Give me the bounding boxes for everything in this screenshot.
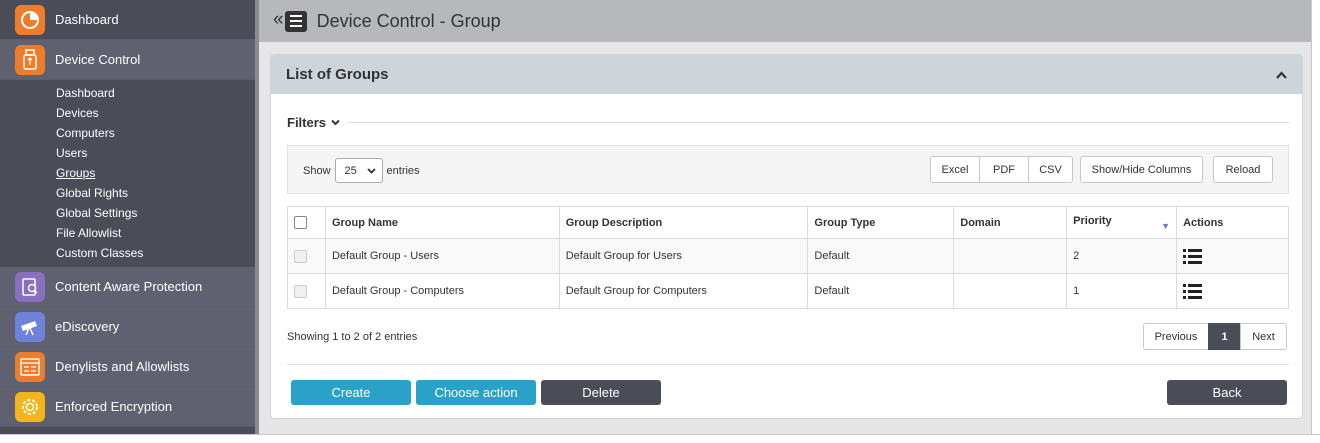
panel-header[interactable]: List of Groups xyxy=(271,55,1302,94)
panel-title: List of Groups xyxy=(286,66,389,83)
group-description-cell: Default Group for Users xyxy=(558,238,809,274)
csv-button[interactable]: CSV xyxy=(1028,156,1073,183)
row-checkbox[interactable] xyxy=(294,249,307,263)
sidebar-item-label: Enforced Encryption xyxy=(55,399,173,414)
groups-panel: List of Groups Filters Show 25 entries E… xyxy=(270,54,1303,419)
table-info: Showing 1 to 2 of 2 entries xyxy=(287,331,418,343)
column-header-label: Priority xyxy=(1073,214,1112,227)
reload-button[interactable]: Reload xyxy=(1213,156,1273,183)
chevron-down-icon xyxy=(331,119,340,125)
column-header-priority[interactable]: Priority ▼ xyxy=(1066,206,1178,239)
chevron-up-icon[interactable] xyxy=(1275,69,1287,81)
next-page-button[interactable]: Next xyxy=(1240,323,1287,350)
submenu-item-groups[interactable]: Groups xyxy=(0,163,255,183)
usb-drive-icon xyxy=(15,44,45,75)
row-checkbox[interactable] xyxy=(294,284,307,298)
group-type-cell: Default xyxy=(807,273,955,309)
filters-label: Filters xyxy=(287,114,327,130)
show-hide-columns-button[interactable]: Show/Hide Columns xyxy=(1080,156,1203,183)
submenu-item-global-rights[interactable]: Global Rights xyxy=(0,183,255,203)
sidebar-item-enforced-encryption[interactable]: Enforced Encryption xyxy=(0,387,255,427)
menu-icon[interactable] xyxy=(284,10,307,32)
priority-cell: 2 xyxy=(1066,238,1178,274)
priority-cell: 1 xyxy=(1066,273,1178,309)
gear-lock-icon xyxy=(15,391,45,422)
sidebar: Dashboard Device Control Dashboard Devic… xyxy=(0,0,255,434)
entries-label: entries xyxy=(386,164,420,177)
submenu-item-devices[interactable]: Devices xyxy=(0,103,255,123)
previous-page-button[interactable]: Previous xyxy=(1143,323,1209,350)
chevron-down-icon xyxy=(366,167,376,174)
domain-cell xyxy=(953,238,1068,274)
filters-section: Filters xyxy=(287,114,1289,130)
page-size-value: 25 xyxy=(344,164,357,177)
page-title: Device Control - Group xyxy=(316,10,501,31)
pagination: Previous 1 Next xyxy=(1143,323,1287,350)
row-select-cell xyxy=(287,273,326,309)
back-button[interactable]: Back xyxy=(1167,380,1287,405)
sidebar-item-label: Dashboard xyxy=(55,12,119,27)
page-size-control: Show 25 entries xyxy=(303,158,420,183)
table-row[interactable]: Default Group - Users Default Group for … xyxy=(287,238,1289,274)
actions-cell xyxy=(1176,238,1289,274)
device-control-submenu: Dashboard Devices Computers Users Groups… xyxy=(0,80,255,267)
page-size-select[interactable]: 25 xyxy=(334,158,383,183)
sidebar-item-dashboard[interactable]: Dashboard xyxy=(0,0,255,40)
sidebar-item-ediscovery[interactable]: eDiscovery xyxy=(0,307,255,347)
submenu-item-global-settings[interactable]: Global Settings xyxy=(0,203,255,223)
actions-cell xyxy=(1176,273,1289,309)
column-header-group-type[interactable]: Group Type xyxy=(807,206,955,239)
filters-toggle[interactable]: Filters xyxy=(287,115,340,130)
group-type-cell: Default xyxy=(807,238,955,274)
table-toolbar: Show 25 entries Excel PDF CSV Show/Hide … xyxy=(287,145,1289,194)
actions-menu-icon[interactable] xyxy=(1183,283,1203,299)
group-description-cell: Default Group for Computers xyxy=(558,273,809,309)
collapse-sidebar-icon[interactable]: « xyxy=(273,9,284,31)
sidebar-item-label: Denylists and Allowlists xyxy=(55,359,190,374)
create-button[interactable]: Create xyxy=(291,380,411,405)
sidebar-item-label: Content Aware Protection xyxy=(55,279,203,294)
page-header: « Device Control - Group xyxy=(259,0,1311,42)
current-page-button[interactable]: 1 xyxy=(1208,323,1241,350)
select-all-checkbox[interactable] xyxy=(294,216,307,229)
actions-menu-icon[interactable] xyxy=(1183,248,1203,264)
group-name-cell: Default Group - Users xyxy=(324,238,560,274)
window-frame-bottom xyxy=(0,434,1320,443)
sidebar-item-label: Device Control xyxy=(55,52,141,67)
domain-cell xyxy=(953,273,1068,309)
pdf-button[interactable]: PDF xyxy=(979,156,1029,183)
column-header-group-description[interactable]: Group Description xyxy=(558,206,809,239)
sort-descending-icon: ▼ xyxy=(1161,220,1171,231)
column-header-group-name[interactable]: Group Name xyxy=(324,206,560,239)
filters-divider xyxy=(348,121,1289,123)
group-name-cell: Default Group - Computers xyxy=(324,273,560,309)
groups-table: Group Name Group Description Group Type … xyxy=(287,206,1289,309)
excel-button[interactable]: Excel xyxy=(930,156,980,183)
submenu-item-users[interactable]: Users xyxy=(0,143,255,163)
submenu-item-dashboard[interactable]: Dashboard xyxy=(0,83,255,103)
column-header-domain[interactable]: Domain xyxy=(953,206,1068,239)
sidebar-item-denylists-and-allowlists[interactable]: Denylists and Allowlists xyxy=(0,347,255,387)
window-frame-right xyxy=(1311,0,1320,443)
list-window-icon xyxy=(15,351,45,382)
table-row[interactable]: Default Group - Computers Default Group … xyxy=(287,273,1289,309)
submenu-item-computers[interactable]: Computers xyxy=(0,123,255,143)
sidebar-item-device-control[interactable]: Device Control xyxy=(0,40,255,80)
document-search-icon xyxy=(15,271,45,302)
select-all-cell xyxy=(287,206,326,239)
column-header-actions: Actions xyxy=(1176,206,1289,239)
choose-action-button[interactable]: Choose action xyxy=(416,380,536,405)
sidebar-item-content-aware-protection[interactable]: Content Aware Protection xyxy=(0,267,255,307)
submenu-item-custom-classes[interactable]: Custom Classes xyxy=(0,243,255,263)
delete-button[interactable]: Delete xyxy=(541,380,661,405)
row-select-cell xyxy=(287,238,326,274)
export-button-group: Excel PDF CSV xyxy=(930,156,1073,183)
show-label: Show xyxy=(303,164,331,177)
telescope-icon xyxy=(15,311,45,342)
pie-chart-icon xyxy=(15,4,45,35)
footer-divider xyxy=(287,364,1289,365)
submenu-item-file-allowlist[interactable]: File Allowlist xyxy=(0,223,255,243)
table-header-row: Group Name Group Description Group Type … xyxy=(287,206,1289,239)
sidebar-item-label: eDiscovery xyxy=(55,319,120,334)
